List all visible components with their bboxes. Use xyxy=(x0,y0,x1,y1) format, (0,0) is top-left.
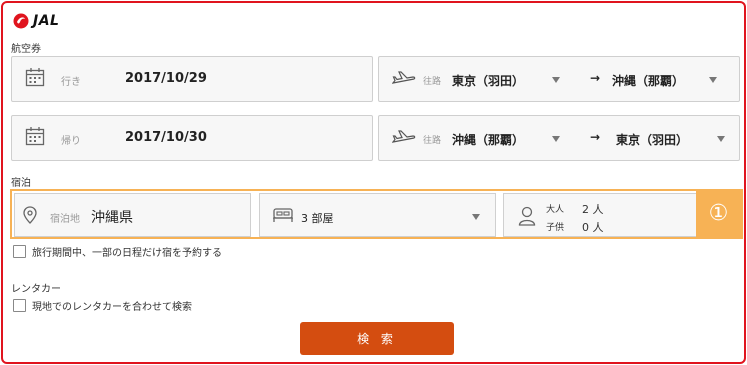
hotel-room-row: 宿泊地 沖縄県 3 部屋 大人 2 人 子供 0 人 ① xyxy=(10,189,743,239)
rental-checkbox-label: 現地でのレンタカーを合わせて検索 xyxy=(32,302,192,313)
plane-icon xyxy=(392,130,416,143)
room-index: ① xyxy=(708,201,729,226)
outbound-from-city[interactable]: 東京（羽田） xyxy=(452,72,524,89)
outbound-date-field[interactable]: 行き 2017/10/29 xyxy=(11,56,373,102)
route-arrow: → xyxy=(590,130,601,144)
jal-logo: JAL xyxy=(13,12,59,30)
return-date-field[interactable]: 帰り 2017/10/30 xyxy=(11,115,373,161)
return-route-field: 往路 沖縄（那覇） → 東京（羽田） xyxy=(378,115,740,161)
person-icon xyxy=(518,206,536,226)
chevron-down-icon[interactable] xyxy=(709,77,717,83)
rental-checkbox[interactable] xyxy=(13,299,26,312)
outbound-date-value: 2017/10/29 xyxy=(125,71,207,86)
crane-logo-icon xyxy=(13,13,29,29)
children-label: 子供 xyxy=(546,223,565,233)
return-from-city[interactable]: 沖縄（那覇） xyxy=(452,131,524,148)
search-button[interactable]: 検 索 xyxy=(300,322,454,355)
return-route-label: 往路 xyxy=(423,136,442,146)
bed-icon xyxy=(273,208,293,222)
route-arrow: → xyxy=(590,71,601,85)
return-date-label: 帰り xyxy=(61,136,81,147)
hotel-location-label: 宿泊地 xyxy=(50,214,80,225)
brand-name: JAL xyxy=(33,13,60,29)
outbound-route-label: 往路 xyxy=(423,77,442,87)
return-date-value: 2017/10/30 xyxy=(125,130,207,145)
rental-option[interactable]: 現地でのレンタカーを合わせて検索 xyxy=(13,298,192,313)
adults-label: 大人 xyxy=(546,205,565,215)
guests-field[interactable]: 大人 2 人 子供 0 人 xyxy=(503,193,697,237)
adults-count: 2 人 xyxy=(582,203,604,216)
children-count: 0 人 xyxy=(582,221,604,234)
chevron-down-icon[interactable] xyxy=(552,77,560,83)
outbound-route-field: 往路 東京（羽田） → 沖縄（那覇） xyxy=(378,56,740,102)
chevron-down-icon[interactable] xyxy=(717,136,725,142)
room-number-badge: ① xyxy=(696,191,741,237)
chevron-down-icon[interactable] xyxy=(472,214,480,220)
partial-stay-label: 旅行期間中、一部の日程だけ宿を予約する xyxy=(32,248,222,259)
location-pin-icon xyxy=(23,206,37,224)
hotel-location-field[interactable]: 宿泊地 沖縄県 xyxy=(14,193,251,237)
calendar-icon xyxy=(25,68,45,87)
partial-stay-checkbox[interactable] xyxy=(13,245,26,258)
outbound-to-city[interactable]: 沖縄（那覇） xyxy=(612,72,684,89)
return-to-city[interactable]: 東京（羽田） xyxy=(616,131,688,148)
chevron-down-icon[interactable] xyxy=(552,136,560,142)
hotel-section-label: 宿泊 xyxy=(11,178,31,189)
rental-section-label: レンタカー xyxy=(11,284,61,295)
flights-section-label: 航空券 xyxy=(11,44,41,55)
outbound-date-label: 行き xyxy=(61,77,81,88)
plane-icon xyxy=(392,71,416,84)
room-count-value: 3 部屋 xyxy=(301,212,334,225)
hotel-location-value: 沖縄県 xyxy=(91,210,133,226)
calendar-icon xyxy=(25,127,45,146)
room-count-select[interactable]: 3 部屋 xyxy=(259,193,496,237)
booking-widget: JAL 航空券 行き 2017/10/29 往路 東京（羽田） → 沖縄（那覇） xyxy=(1,1,746,364)
partial-stay-option[interactable]: 旅行期間中、一部の日程だけ宿を予約する xyxy=(13,244,222,259)
